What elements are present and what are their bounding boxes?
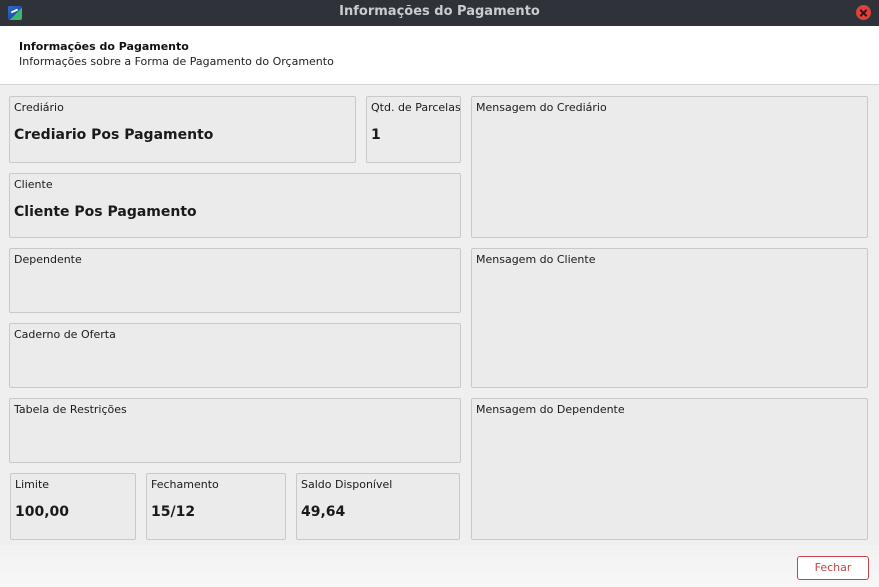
cliente-label: Cliente bbox=[14, 178, 53, 191]
fechamento-value: 15/12 bbox=[151, 504, 196, 520]
saldo-disponivel-label: Saldo Disponível bbox=[301, 478, 393, 491]
caderno-oferta-field: Caderno de Oferta bbox=[9, 323, 461, 388]
fechar-button[interactable]: Fechar bbox=[797, 556, 869, 580]
window-title: Informações do Pagamento bbox=[339, 4, 540, 19]
close-icon[interactable] bbox=[856, 5, 871, 20]
header-title: Informações do Pagamento bbox=[19, 40, 189, 53]
fechamento-field: Fechamento 15/12 bbox=[146, 473, 286, 540]
crediario-field: Crediário Crediario Pos Pagamento bbox=[9, 96, 356, 163]
mensagem-dependente-field: Mensagem do Dependente bbox=[471, 398, 868, 540]
crediario-value: Crediario Pos Pagamento bbox=[14, 127, 214, 143]
window-titlebar: Informações do Pagamento bbox=[0, 0, 879, 26]
caderno-oferta-label: Caderno de Oferta bbox=[14, 328, 116, 341]
mensagem-cliente-field: Mensagem do Cliente bbox=[471, 248, 868, 388]
dependente-field: Dependente bbox=[9, 248, 461, 313]
tabela-restricoes-field: Tabela de Restrições bbox=[9, 398, 461, 463]
mensagem-dependente-label: Mensagem do Dependente bbox=[476, 403, 625, 416]
qtd-parcelas-value: 1 bbox=[371, 127, 381, 143]
cliente-field: Cliente Cliente Pos Pagamento bbox=[9, 173, 461, 238]
qtd-parcelas-label: Qtd. de Parcelas bbox=[371, 101, 461, 114]
tabela-restricoes-label: Tabela de Restrições bbox=[14, 403, 127, 416]
mensagem-crediario-label: Mensagem do Crediário bbox=[476, 101, 607, 114]
limite-label: Limite bbox=[15, 478, 50, 491]
limite-field: Limite 100,00 bbox=[10, 473, 136, 540]
header-subtitle: Informações sobre a Forma de Pagamento d… bbox=[19, 55, 334, 68]
crediario-label: Crediário bbox=[14, 101, 64, 114]
qtd-parcelas-field: Qtd. de Parcelas 1 bbox=[366, 96, 461, 163]
mensagem-crediario-field: Mensagem do Crediário bbox=[471, 96, 868, 238]
dialog-footer bbox=[0, 545, 879, 587]
saldo-disponivel-field: Saldo Disponível 49,64 bbox=[296, 473, 460, 540]
limite-value: 100,00 bbox=[15, 504, 70, 520]
fechamento-label: Fechamento bbox=[151, 478, 219, 491]
cliente-value: Cliente Pos Pagamento bbox=[14, 204, 197, 220]
mensagem-cliente-label: Mensagem do Cliente bbox=[476, 253, 596, 266]
dependente-label: Dependente bbox=[14, 253, 82, 266]
saldo-disponivel-value: 49,64 bbox=[301, 504, 346, 520]
dialog-header: Informações do Pagamento Informações sob… bbox=[0, 26, 879, 85]
